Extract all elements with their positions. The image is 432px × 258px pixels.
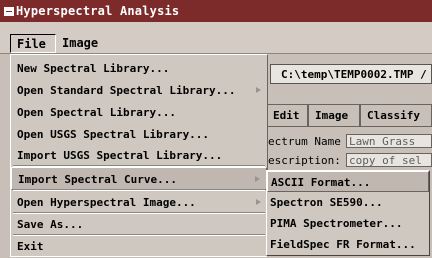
menu-image[interactable]: Image [62,36,98,50]
menu-item-save-as[interactable]: Save As... [11,213,267,236]
description-label: escription: [268,154,341,167]
submenu-item-label: ASCII Format... [271,176,371,189]
tab-image[interactable]: Image [308,104,360,126]
menu-item-label: New Spectral Library... [17,62,170,75]
menu-item-open-hyperspectral-image[interactable]: Open Hyperspectral Image... [11,191,267,214]
tab-classify-label: Classify [367,109,420,122]
menu-bar: File Image [0,22,432,54]
menu-item-label: Import Spectral Curve... [18,173,177,186]
menu-item-label: Open Spectral Library... [17,106,176,119]
menu-item-label: Open Hyperspectral Image... [17,196,196,209]
tab-image-label: Image [315,109,349,122]
menu-item-new-spectral-library[interactable]: New Spectral Library... [11,57,267,80]
menu-file-label: File [17,37,46,51]
spectrum-name-value: Lawn_Grass [349,135,416,148]
submenu-item-label: PIMA Spectrometer... [270,217,403,230]
submenu-item-fieldspec-fr-format[interactable]: FieldSpec FR Format... [267,234,429,255]
tab-edit-label: Edit [273,109,300,122]
spectrum-name-field[interactable]: Lawn_Grass [346,134,432,148]
submenu-item-ascii-format[interactable]: ASCII Format... [267,171,429,192]
submenu-arrow-icon [256,199,261,205]
window-menu-icon[interactable] [4,7,14,16]
menu-item-label: Open USGS Spectral Library... [17,128,210,141]
window-title: Hyperspectral Analysis [16,4,180,18]
spectrum-name-label: ectrum Name [268,135,341,148]
menu-item-label: Exit [17,240,44,253]
menu-item-label: Save As... [17,218,84,231]
tab-bar: Edit Image Classify [266,104,432,126]
menu-item-open-standard-spectral-library[interactable]: Open Standard Spectral Library... [11,79,267,102]
submenu-item-label: FieldSpec FR Format... [270,238,416,251]
description-field[interactable]: copy of sel [346,153,432,167]
tab-divider [266,126,432,127]
submenu-item-label: Spectron SE590... [270,196,383,209]
submenu-item-pima-spectrometer[interactable]: PIMA Spectrometer... [267,213,429,234]
menu-item-open-usgs-spectral-library[interactable]: Open USGS Spectral Library... [11,123,267,146]
menu-item-label: Import USGS Spectral Library... [17,149,223,162]
title-bar: Hyperspectral Analysis [0,0,432,22]
description-value: copy of sel [349,154,422,167]
menu-item-import-usgs-spectral-library[interactable]: Import USGS Spectral Library... [11,144,267,167]
menu-item-open-spectral-library[interactable]: Open Spectral Library... [11,101,267,124]
menu-item-label: Open Standard Spectral Library... [17,84,236,97]
submenu-arrow-icon [255,176,260,182]
tab-classify[interactable]: Classify [360,104,432,126]
file-menu: New Spectral Library... Open Standard Sp… [10,54,268,257]
path-field[interactable]: C:\temp\TEMP0002.TMP / [270,64,432,84]
submenu-arrow-icon [256,87,261,93]
submenu-item-spectron-se590[interactable]: Spectron SE590... [267,192,429,213]
menu-item-import-spectral-curve[interactable]: Import Spectral Curve... [11,167,267,190]
import-spectral-curve-submenu: ASCII Format... Spectron SE590... PIMA S… [266,170,430,256]
menu-file[interactable]: File [10,34,56,53]
path-field-value: C:\temp\TEMP0002.TMP / [281,68,427,81]
tab-edit[interactable]: Edit [266,104,308,126]
menu-item-exit[interactable]: Exit [11,235,267,258]
